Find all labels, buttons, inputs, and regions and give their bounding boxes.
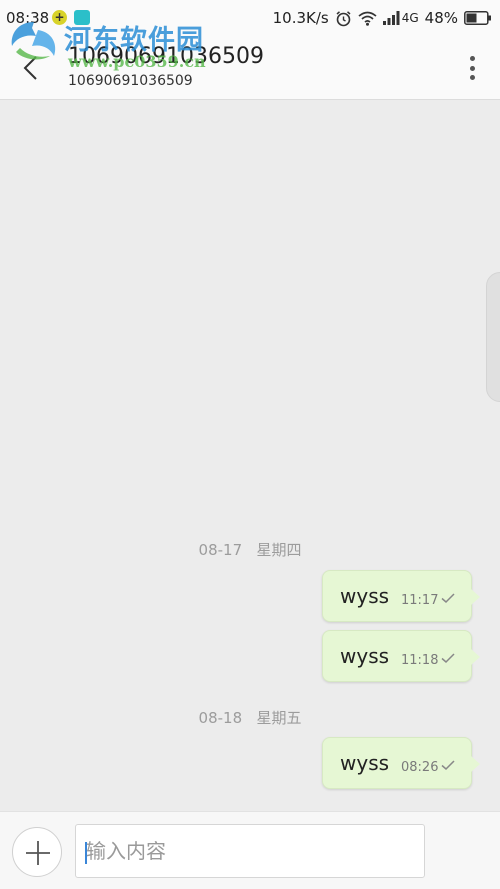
- battery-percent: 48%: [424, 9, 458, 27]
- message-bubble[interactable]: wyss 11:17: [322, 570, 480, 622]
- network-speed: 10.3K/s: [272, 9, 329, 27]
- more-options-button[interactable]: [466, 56, 478, 80]
- wifi-icon: [358, 11, 377, 26]
- more-vert-icon: [469, 56, 475, 61]
- notification-app-icon: [74, 10, 90, 25]
- date-separator: 08-17 星期四: [0, 539, 500, 560]
- alarm-icon: [336, 10, 351, 26]
- message-text: wyss: [340, 751, 390, 775]
- notification-plus-icon: +: [52, 10, 67, 25]
- plus-icon: [26, 841, 50, 865]
- message-bubble[interactable]: wyss 08:26: [322, 737, 480, 789]
- weekday-label: 星期五: [256, 709, 302, 727]
- message-bubble[interactable]: wyss 11:18: [322, 630, 480, 682]
- add-attachment-button[interactable]: [12, 827, 62, 877]
- message-time: 11:18: [401, 653, 439, 668]
- conversation-header: 08:38 + 10.3K/s 4G 48% 10690691036509 10…: [0, 0, 500, 100]
- weekday-label: 星期四: [256, 541, 302, 559]
- status-indicators: 10.3K/s 4G 48%: [273, 9, 492, 27]
- back-button[interactable]: [18, 54, 46, 82]
- contact-number: 10690691036509: [68, 73, 193, 89]
- battery-icon: [464, 11, 491, 25]
- text-caret: [85, 842, 87, 864]
- status-bar: 08:38 + 10.3K/s 4G 48%: [0, 0, 500, 36]
- status-time: 08:38: [6, 9, 50, 27]
- message-time: 08:26: [401, 760, 439, 775]
- sent-check-icon: [441, 653, 455, 664]
- side-pull-handle[interactable]: [486, 272, 500, 402]
- date-label: 08-18: [198, 709, 243, 727]
- signal-icon: [382, 11, 400, 25]
- sent-check-icon: [441, 760, 455, 771]
- sent-check-icon: [441, 593, 455, 604]
- message-input[interactable]: [75, 824, 425, 878]
- network-type: 4G: [401, 11, 419, 25]
- contact-name: 10690691036509: [68, 44, 264, 69]
- composer-bar: [0, 811, 500, 889]
- message-text: wyss: [340, 584, 390, 608]
- chevron-left-icon: [23, 56, 37, 80]
- message-time: 11:17: [401, 593, 439, 608]
- date-label: 08-17: [198, 541, 243, 559]
- message-text: wyss: [340, 644, 390, 668]
- date-separator: 08-18 星期五: [0, 707, 500, 728]
